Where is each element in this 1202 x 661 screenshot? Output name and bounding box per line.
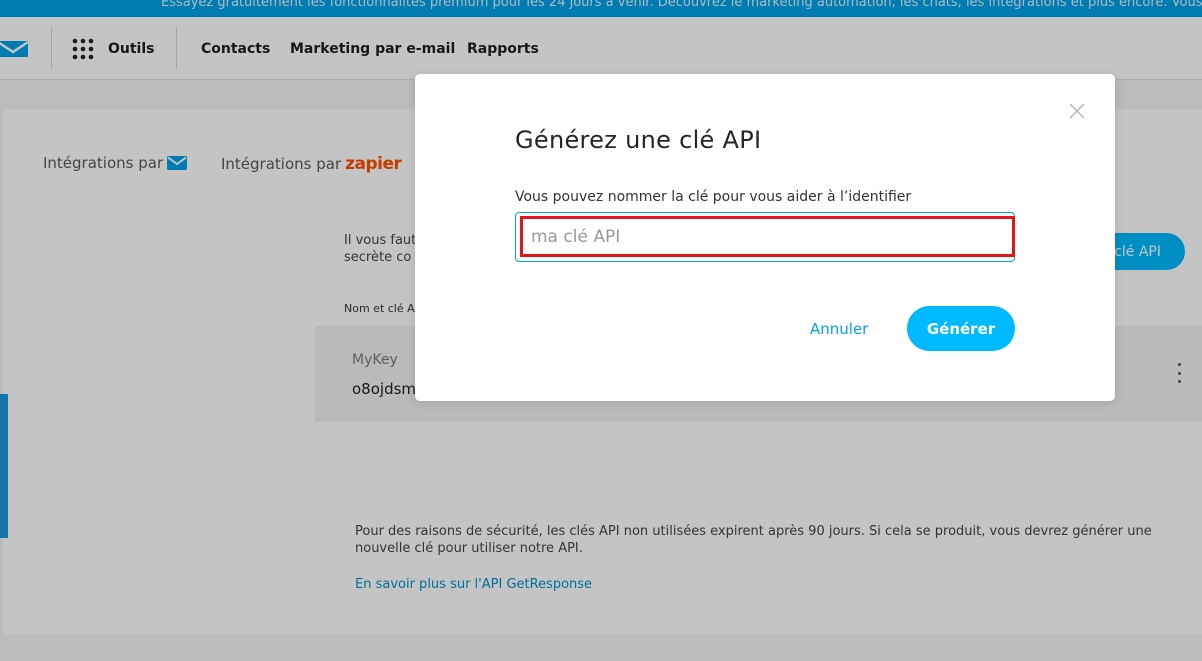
key-name-input-wrapper xyxy=(515,212,1015,262)
close-icon[interactable] xyxy=(1069,103,1085,119)
button-label: Générer xyxy=(926,319,996,338)
generate-api-key-dialog: Générez une clé API Vous pouvez nommer l… xyxy=(415,74,1115,401)
key-name-label: Vous pouvez nommer la clé pour vous aide… xyxy=(515,189,912,205)
generate-button[interactable]: Générer xyxy=(907,306,1015,351)
key-name-input[interactable] xyxy=(516,213,1014,261)
dialog-title: Générez une clé API xyxy=(515,126,762,154)
page: Essayez gratuitement les fonctionnalités… xyxy=(0,0,1202,661)
cancel-button[interactable]: Annuler xyxy=(810,320,868,338)
